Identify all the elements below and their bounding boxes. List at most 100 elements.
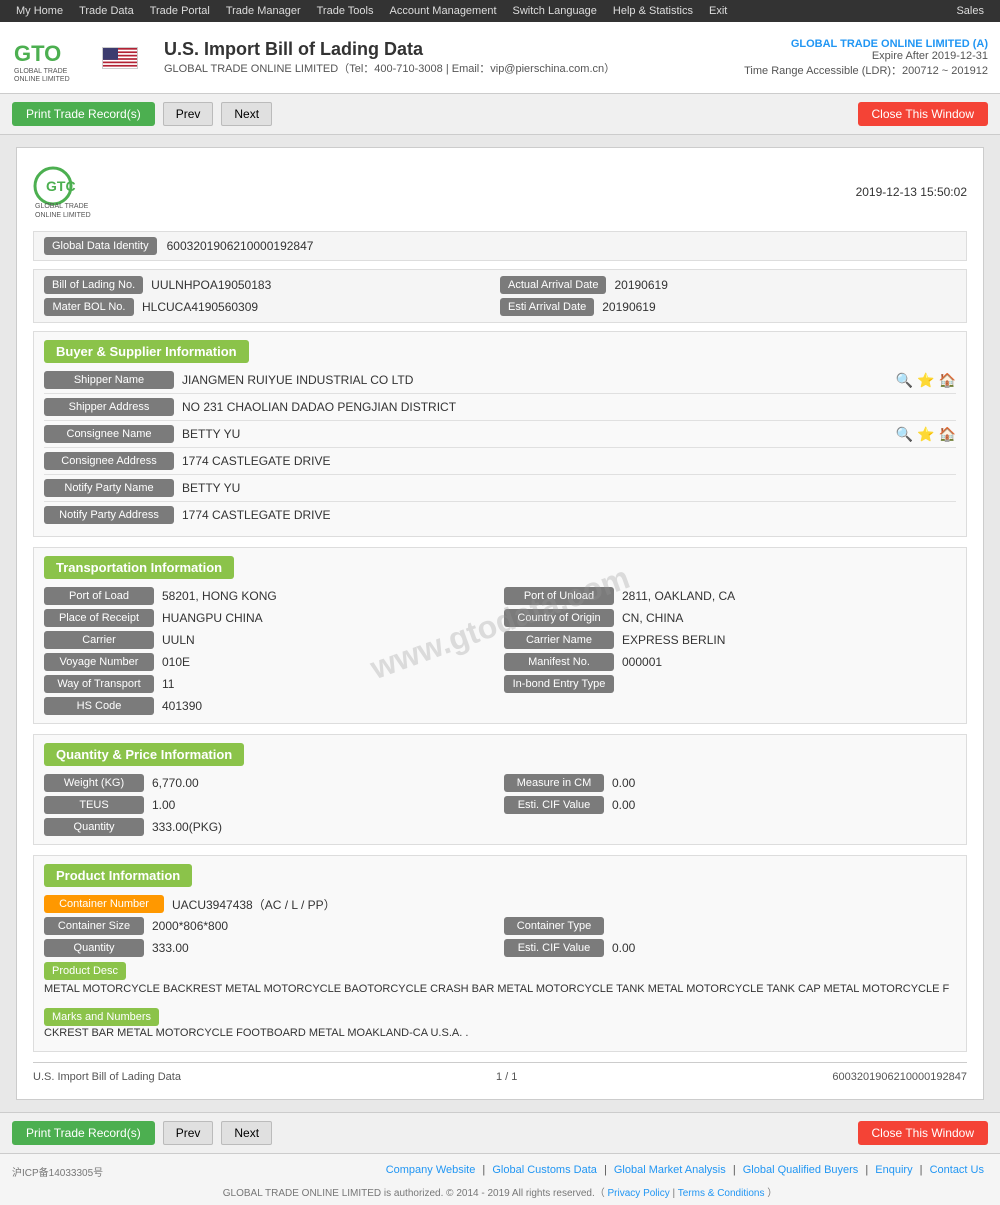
master-bol-left: Mater BOL No. HLCUCA4190560309 — [44, 298, 500, 316]
notify-address-row: Notify Party Address 1774 CASTLEGATE DRI… — [44, 506, 956, 528]
print-button-top[interactable]: Print Trade Record(s) — [12, 102, 155, 126]
next-button-top[interactable]: Next — [221, 102, 272, 126]
bol-left: Bill of Lading No. UULNHPOA19050183 — [44, 276, 500, 294]
close-button-top[interactable]: Close This Window — [858, 102, 988, 126]
esti-cif-row: Esti. CIF Value 0.00 — [504, 796, 956, 814]
nav-my-home[interactable]: My Home — [8, 0, 71, 22]
nav-trade-data[interactable]: Trade Data — [71, 0, 142, 22]
shipper-name-label: Shipper Name — [44, 371, 174, 389]
top-nav: My Home Trade Data Trade Portal Trade Ma… — [0, 0, 1000, 22]
nav-sales[interactable]: Sales — [948, 0, 992, 22]
notify-address-value: 1774 CASTLEGATE DRIVE — [182, 508, 956, 522]
logo-box: GTO GLOBAL TRADE ONLINE LIMITED — [12, 33, 92, 83]
link-global-customs[interactable]: Global Customs Data — [492, 1164, 597, 1176]
container-size-label: Container Size — [44, 917, 144, 935]
footer-id: 6003201906210000192847 — [832, 1071, 967, 1083]
shipper-star-icon[interactable]: ⭐ — [917, 372, 934, 389]
next-button-bottom[interactable]: Next — [221, 1121, 272, 1145]
master-bol-right: Esti Arrival Date 20190619 — [500, 298, 956, 316]
link-contact-us[interactable]: Contact Us — [930, 1164, 984, 1176]
link-company-website[interactable]: Company Website — [386, 1164, 476, 1176]
nav-trade-portal[interactable]: Trade Portal — [142, 0, 218, 22]
icp-number: 沪ICP备14033305号 — [12, 1164, 103, 1179]
esti-cif-label: Esti. CIF Value — [504, 796, 604, 814]
copyright-end: ） — [767, 1188, 777, 1199]
product-section: Product Information Container Number UAC… — [33, 855, 967, 1052]
shipper-icons: 🔍 ⭐ 🏠 — [896, 372, 956, 389]
link-enquiry[interactable]: Enquiry — [875, 1164, 912, 1176]
nav-switch-language[interactable]: Switch Language — [505, 0, 605, 22]
country-origin-label: Country of Origin — [504, 609, 614, 627]
prev-button-top[interactable]: Prev — [163, 102, 214, 126]
quantity-row: Quantity 333.00(PKG) — [44, 818, 496, 836]
container-size-row: Container Size 2000*806*800 — [44, 917, 496, 935]
product-esti-cif-row: Esti. CIF Value 0.00 — [504, 939, 956, 957]
nav-trade-tools[interactable]: Trade Tools — [309, 0, 382, 22]
account-info: GLOBAL TRADE ONLINE LIMITED (A) Expire A… — [744, 38, 988, 78]
place-receipt-row: Place of Receipt HUANGPU CHINA — [44, 609, 496, 627]
notify-name-label: Notify Party Name — [44, 479, 174, 497]
port-load-label: Port of Load — [44, 587, 154, 605]
global-data-identity-label: Global Data Identity — [44, 237, 157, 255]
shipper-home-icon[interactable]: 🏠 — [939, 372, 956, 389]
marks-numbers-container: Marks and Numbers CKREST BAR METAL MOTOR… — [44, 1009, 956, 1043]
prev-button-bottom[interactable]: Prev — [163, 1121, 214, 1145]
shipper-address-value: NO 231 CHAOLIAN DADAO PENGJIAN DISTRICT — [182, 400, 956, 414]
product-qty-value: 333.00 — [152, 941, 189, 955]
marks-numbers-value: CKREST BAR METAL MOTORCYCLE FOOTBOARD ME… — [44, 1023, 956, 1043]
product-qty-label: Quantity — [44, 939, 144, 957]
bol-no-label: Bill of Lading No. — [44, 276, 143, 294]
global-data-identity-value: 6003201906210000192847 — [167, 239, 314, 253]
manifest-value: 000001 — [622, 655, 662, 669]
carrier-label: Carrier — [44, 631, 154, 649]
transport-section: Transportation Information Port of Load … — [33, 547, 967, 724]
svg-text:GTC: GTC — [46, 178, 76, 194]
actual-arrival-value: 20190619 — [614, 278, 667, 292]
shipper-search-icon[interactable]: 🔍 — [896, 372, 913, 389]
consignee-search-icon[interactable]: 🔍 — [896, 426, 913, 443]
quantity-section: Quantity & Price Information Weight (KG)… — [33, 734, 967, 845]
record-header: GTC GLOBAL TRADE ONLINE LIMITED 2019-12-… — [33, 164, 967, 219]
link-global-market[interactable]: Global Market Analysis — [614, 1164, 726, 1176]
place-receipt-value: HUANGPU CHINA — [162, 611, 263, 625]
link-qualified-buyers[interactable]: Global Qualified Buyers — [743, 1164, 859, 1176]
title-area: U.S. Import Bill of Lading Data GLOBAL T… — [164, 39, 615, 76]
container-type-row: Container Type — [504, 917, 956, 935]
svg-text:GLOBAL TRADE: GLOBAL TRADE — [35, 203, 89, 210]
flag-us — [102, 47, 138, 69]
notify-name-value: BETTY YU — [182, 481, 956, 495]
link-terms[interactable]: Terms & Conditions — [678, 1188, 765, 1199]
hs-code-value: 401390 — [162, 699, 202, 713]
page-footer: 沪ICP备14033305号 Company Website | Global … — [0, 1153, 1000, 1205]
consignee-name-label: Consignee Name — [44, 425, 174, 443]
voyage-label: Voyage Number — [44, 653, 154, 671]
record-card: www.gtodata.com GTC GLOBAL TRADE ONLINE … — [16, 147, 984, 1100]
link-privacy-policy[interactable]: Privacy Policy — [608, 1188, 670, 1199]
product-desc-value: METAL MOTORCYCLE BACKREST METAL MOTORCYC… — [44, 977, 956, 1003]
port-load-value: 58201, HONG KONG — [162, 589, 277, 603]
weight-value: 6,770.00 — [152, 776, 199, 790]
consignee-home-icon[interactable]: 🏠 — [939, 426, 956, 443]
print-button-bottom[interactable]: Print Trade Record(s) — [12, 1121, 155, 1145]
close-button-bottom[interactable]: Close This Window — [858, 1121, 988, 1145]
nav-exit[interactable]: Exit — [701, 0, 735, 22]
record-footer: U.S. Import Bill of Lading Data 1 / 1 60… — [33, 1062, 967, 1083]
hs-code-empty — [504, 697, 956, 715]
carrier-name-value: EXPRESS BERLIN — [622, 633, 725, 647]
product-esti-cif-label: Esti. CIF Value — [504, 939, 604, 957]
nav-help-statistics[interactable]: Help & Statistics — [605, 0, 701, 22]
container-number-row: Container Number UACU3947438（AC / L / PP… — [44, 895, 956, 913]
ldr-range: Time Range Accessible (LDR)：200712 ~ 201… — [744, 62, 988, 78]
logo-area: GTO GLOBAL TRADE ONLINE LIMITED U.S. Imp… — [12, 33, 615, 83]
nav-account-management[interactable]: Account Management — [382, 0, 505, 22]
voyage-value: 010E — [162, 655, 190, 669]
carrier-row: Carrier UULN — [44, 631, 496, 649]
buyer-supplier-header: Buyer & Supplier Information — [44, 340, 249, 363]
master-bol-value: HLCUCA4190560309 — [142, 300, 258, 314]
consignee-star-icon[interactable]: ⭐ — [917, 426, 934, 443]
nav-trade-manager[interactable]: Trade Manager — [218, 0, 309, 22]
product-desc-container: Product Desc METAL MOTORCYCLE BACKREST M… — [44, 963, 956, 1003]
port-unload-value: 2811, OAKLAND, CA — [622, 589, 735, 603]
measure-row: Measure in CM 0.00 — [504, 774, 956, 792]
manifest-label: Manifest No. — [504, 653, 614, 671]
